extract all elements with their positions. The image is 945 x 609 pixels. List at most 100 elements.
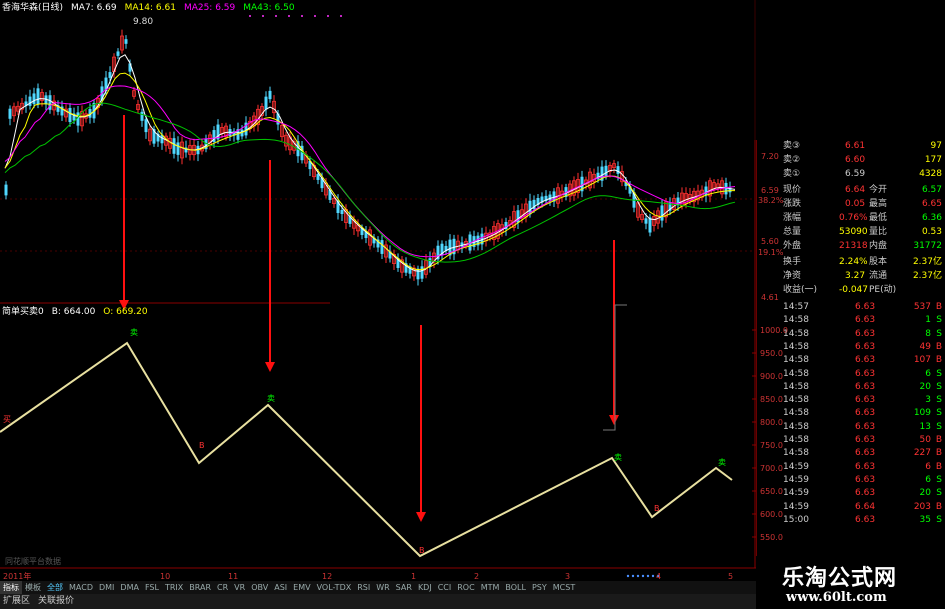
tick-side: B: [935, 435, 942, 445]
quote-panel: 卖③ 6.61 97 卖② 6.60 177 卖① 6.59 4328 现价 6…: [756, 140, 945, 585]
candle-body: [704, 186, 708, 196]
indicator-tab[interactable]: SAR: [393, 581, 415, 594]
tick-vol: 107: [913, 355, 931, 366]
quote-row: 涨跌 0.05 最高 6.65: [757, 198, 945, 211]
tick-side: B: [935, 302, 942, 312]
candle-body: [172, 138, 176, 154]
signal-arrow-head: [265, 362, 275, 372]
candle-body: [264, 96, 268, 110]
sell-signal: 卖: [130, 328, 138, 337]
candle-body: [380, 240, 384, 254]
quote-row: 现价 6.64 今开 6.57: [757, 184, 945, 197]
axis-dot: [646, 574, 650, 578]
indicator-tab[interactable]: WR: [373, 581, 392, 594]
indicator-tab[interactable]: BRAR: [186, 581, 214, 594]
axis-dot: [641, 574, 645, 578]
candle-body: [176, 142, 180, 155]
candle-body: [604, 165, 608, 177]
ask-row: 卖② 6.60 177: [757, 154, 945, 167]
quote-value: 2.37亿: [912, 271, 942, 281]
tick-row: 14:58 6.63 13 S: [757, 421, 945, 434]
indicator-tab[interactable]: 模板: [22, 581, 44, 594]
tick-vol: 203: [913, 501, 931, 512]
tick-price: 6.63: [855, 488, 876, 499]
tick-vol: 8: [925, 328, 931, 339]
quote-value: 6.65: [921, 199, 942, 209]
tick-vol: 13: [919, 421, 931, 432]
sell-signal: 卖: [267, 394, 275, 403]
quote-value: -0.047: [839, 285, 869, 295]
quote-label: 现价: [783, 185, 802, 195]
quote-label: 换手: [783, 257, 802, 267]
indicator-tab[interactable]: KDJ: [415, 581, 435, 594]
cursor-marker: [603, 304, 627, 431]
tick-side: S: [936, 488, 942, 499]
indicator-tab[interactable]: VR: [231, 581, 248, 594]
candle-body: [28, 96, 32, 106]
quote-value: 6.64: [845, 185, 866, 195]
tick-time: 14:59: [783, 488, 809, 499]
ask-label: 卖③: [783, 141, 801, 151]
indicator-tab[interactable]: EMV: [290, 581, 313, 594]
quote-row: 收益(一) -0.047 PE(动): [757, 284, 945, 297]
tick-side: S: [936, 474, 942, 485]
tick-time: 14:59: [783, 461, 809, 472]
tick-vol: 6: [925, 461, 931, 472]
tick-side: B: [935, 355, 942, 366]
indicator-o: O: 669.20: [103, 307, 148, 317]
ask-price: 6.61: [845, 141, 866, 151]
indicator-tab[interactable]: MTM: [478, 581, 503, 594]
tick-vol: 6: [925, 474, 931, 485]
tick-price: 6.63: [855, 328, 876, 339]
indicator-tab[interactable]: ROC: [454, 581, 477, 594]
indicator-tab[interactable]: PSY: [529, 581, 550, 594]
ask-row: 卖① 6.59 4328: [757, 168, 945, 181]
indicator-tab[interactable]: BOLL: [502, 581, 529, 594]
indicator-tab[interactable]: OBV: [248, 581, 271, 594]
status-linked-quote[interactable]: 关联报价: [38, 594, 74, 609]
indicator-tab[interactable]: TRIX: [162, 581, 186, 594]
tick-price: 6.63: [855, 381, 876, 392]
indicator-tab[interactable]: CCI: [435, 581, 455, 594]
tick-time: 14:58: [783, 448, 809, 459]
indicator-tab[interactable]: MACD: [66, 581, 96, 594]
indicator-tab[interactable]: ASI: [271, 581, 290, 594]
quote-value: 6.36: [921, 213, 942, 223]
tick-row: 14:59 6.64 203 B: [757, 501, 945, 514]
indicator-tab[interactable]: DMA: [117, 581, 142, 594]
tick-price: 6.63: [855, 474, 876, 485]
indicator-tab[interactable]: RSI: [354, 581, 373, 594]
tick-time: 14:59: [783, 474, 809, 485]
quote-label: 净资: [783, 271, 802, 281]
tick-side: S: [936, 368, 942, 379]
quote-row: 涨幅 0.76% 最低 6.36: [757, 212, 945, 225]
quote-value: 53090: [839, 227, 868, 237]
tick-price: 6.63: [855, 341, 876, 352]
indicator-tab[interactable]: 全部: [44, 581, 66, 594]
quote-label: 最低: [869, 213, 888, 223]
ma7-label: MA7: 6.69: [71, 3, 117, 13]
indicator-tab[interactable]: DMI: [96, 581, 117, 594]
tick-price: 6.63: [855, 514, 876, 525]
chart-canvas[interactable]: [0, 0, 756, 581]
tick-vol: 1: [925, 315, 931, 326]
indicator-tab[interactable]: FSL: [142, 581, 162, 594]
indicator-b: B: 664.00: [51, 307, 96, 317]
indicator-tab[interactable]: MCST: [550, 581, 578, 594]
candle-body: [340, 209, 344, 215]
quote-label: 外盘: [783, 241, 802, 251]
watermark-url: www.60lt.com: [786, 590, 887, 605]
indicator-tab[interactable]: CR: [214, 581, 231, 594]
tick-time: 14:58: [783, 421, 809, 432]
candle-body: [124, 39, 128, 44]
ask-vol: 4328: [919, 169, 942, 179]
axis-dot: [651, 574, 655, 578]
status-expand[interactable]: 扩展区: [3, 594, 30, 609]
indicator-tab[interactable]: 指标: [0, 581, 22, 594]
tick-row: 14:59 6.63 6 S: [757, 474, 945, 487]
tick-row: 15:00 6.63 35 S: [757, 514, 945, 527]
quote-value: 0.76%: [839, 213, 868, 223]
quote-label: 量比: [869, 227, 888, 237]
indicator-tab[interactable]: VOL-TDX: [314, 581, 355, 594]
tick-side: S: [936, 395, 942, 406]
